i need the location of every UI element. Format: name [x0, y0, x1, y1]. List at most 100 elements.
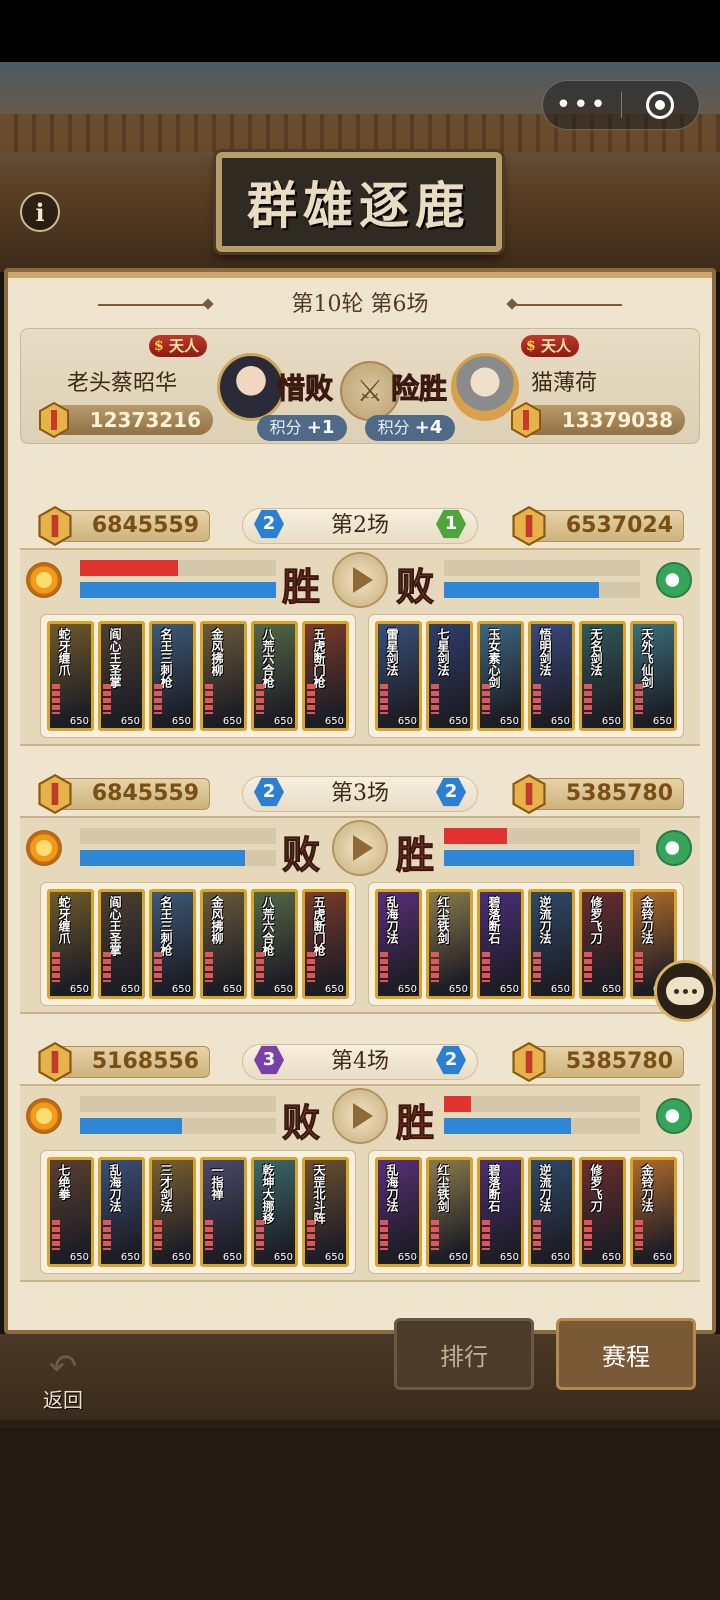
hero-card[interactable]: 三才剑法 650 — [149, 1157, 196, 1267]
hero-card[interactable]: 金铃刀法 650 — [630, 1157, 677, 1267]
hero-card[interactable]: 天外飞仙剑 650 — [630, 621, 677, 731]
star-rank-icon — [307, 684, 315, 714]
star-rank-icon — [533, 684, 541, 714]
right-team: 乱海刀法 650 红尘铁剑 650 碧落断石 650 逆流刀法 650 修罗飞刀 650 金铃刀法 6… — [368, 1150, 684, 1274]
hero-card[interactable]: 蛇牙缠爪 650 — [47, 889, 94, 999]
hero-card[interactable]: 修罗飞刀 650 — [579, 889, 626, 999]
replay-button[interactable] — [332, 820, 388, 876]
left-health-bars — [80, 558, 276, 602]
left-player-name: 老头蔡昭华 — [67, 371, 178, 396]
left-avatar[interactable] — [217, 353, 285, 421]
star-rank-icon — [635, 684, 643, 714]
hero-card[interactable]: 碧落断石 650 — [477, 1157, 524, 1267]
replay-button[interactable] — [332, 552, 388, 608]
hero-name: 逆流刀法 — [538, 1164, 552, 1212]
hero-card[interactable]: 七星剑法 650 — [426, 621, 473, 731]
hero-card[interactable]: 名王三刺枪 650 — [149, 889, 196, 999]
hero-card[interactable]: 蛇牙缠爪 650 — [47, 621, 94, 731]
hero-name: 乱海刀法 — [385, 1164, 399, 1212]
left-match-power: 6845559 — [38, 505, 210, 547]
hero-card[interactable]: 修罗飞刀 650 — [579, 1157, 626, 1267]
right-player-name: 猫薄荷 — [531, 371, 598, 396]
hero-level: 650 — [550, 1252, 570, 1263]
left-match-power-value: 6845559 — [91, 513, 199, 538]
hero-card[interactable]: 无名剑法 650 — [579, 621, 626, 731]
score-label: 积分 — [377, 418, 410, 437]
right-red-bar — [444, 828, 640, 844]
play-icon — [353, 1103, 373, 1129]
hero-card[interactable]: 一指禅 650 — [200, 1157, 247, 1267]
right-match-result: 胜 — [395, 832, 435, 878]
hero-name: 修罗飞刀 — [589, 1164, 603, 1212]
star-rank-icon — [635, 1220, 643, 1250]
hero-card[interactable]: 七绝拳 650 — [47, 1157, 94, 1267]
hero-card[interactable]: 阎心王圣掌 650 — [98, 889, 145, 999]
page-title: 群雄逐鹿 — [247, 176, 471, 235]
hero-level: 650 — [69, 716, 89, 727]
hero-level: 650 — [120, 984, 140, 995]
moon-icon — [656, 830, 692, 866]
hero-card[interactable]: 八荒六合枪 650 — [251, 889, 298, 999]
star-rank-icon — [205, 1220, 213, 1250]
hero-name: 五虎断门枪 — [312, 896, 326, 956]
hero-level: 650 — [273, 1252, 293, 1263]
chat-button[interactable] — [654, 960, 716, 1022]
hero-card[interactable]: 名王三刺枪 650 — [149, 621, 196, 731]
hero-card[interactable]: 红尘铁剑 650 — [426, 1157, 473, 1267]
hero-name: 修罗飞刀 — [589, 896, 603, 944]
star-rank-icon — [584, 952, 592, 982]
hero-level: 650 — [448, 1252, 468, 1263]
hero-card[interactable]: 碧落断石 650 — [477, 889, 524, 999]
hero-card[interactable]: 红尘铁剑 650 — [426, 889, 473, 999]
left-match-result: 败 — [281, 832, 321, 878]
hero-card[interactable]: 乱海刀法 650 — [375, 1157, 422, 1267]
left-match-power-value: 6845559 — [91, 781, 199, 806]
hero-card[interactable]: 五虎断门枪 650 — [302, 889, 349, 999]
title-ornament-right — [514, 304, 622, 306]
left-score: 积分 +1 — [257, 415, 347, 441]
hero-card[interactable]: 五虎断门枪 650 — [302, 621, 349, 731]
right-rank-badge: 天人 — [521, 335, 580, 357]
target-icon — [646, 91, 675, 119]
replay-button[interactable] — [332, 1088, 388, 1144]
hero-name: 雷星剑法 — [385, 628, 399, 676]
back-arrow-icon: ↶ — [48, 1347, 78, 1387]
back-button[interactable]: ↶ 返回 — [28, 1350, 98, 1414]
hero-name: 乱海刀法 — [385, 896, 399, 944]
bottom-navigation: ↶ 返回 排行 赛程 — [0, 1318, 720, 1424]
hero-card[interactable]: 逆流刀法 650 — [528, 1157, 575, 1267]
hero-level: 650 — [601, 1252, 621, 1263]
hero-card[interactable]: 乾坤大挪移 650 — [251, 1157, 298, 1267]
left-match-power-value: 5168556 — [91, 1049, 199, 1074]
left-health-bars — [80, 1094, 276, 1138]
star-rank-icon — [533, 1220, 541, 1250]
hero-card[interactable]: 逆流刀法 650 — [528, 889, 575, 999]
power-coin-icon — [38, 505, 72, 547]
chat-bubble-icon — [666, 977, 704, 1005]
hero-name: 七星剑法 — [436, 628, 450, 676]
hero-level: 650 — [601, 984, 621, 995]
hero-card[interactable]: 阎心王圣掌 650 — [98, 621, 145, 731]
hero-card[interactable]: 金风拂柳 650 — [200, 889, 247, 999]
left-match-power: 5168556 — [38, 1041, 210, 1083]
hero-name: 金铃刀法 — [640, 896, 654, 944]
hero-name: 天罡北斗阵 — [312, 1164, 326, 1224]
hero-card[interactable]: 天罡北斗阵 650 — [302, 1157, 349, 1267]
hero-card[interactable]: 金风拂柳 650 — [200, 621, 247, 731]
hero-card[interactable]: 悟明剑法 650 — [528, 621, 575, 731]
hero-card[interactable]: 雷星剑法 650 — [375, 621, 422, 731]
hero-card[interactable]: 玉女素心剑 650 — [477, 621, 524, 731]
right-total-power: 13379038 — [511, 401, 685, 439]
power-coin-icon — [38, 773, 72, 815]
hero-card[interactable]: 乱海刀法 650 — [98, 1157, 145, 1267]
info-button[interactable]: i — [20, 192, 60, 232]
tab-schedule[interactable]: 赛程 — [556, 1318, 696, 1390]
tab-ranking[interactable]: 排行 — [394, 1318, 534, 1390]
hero-card[interactable]: 八荒六合枪 650 — [251, 621, 298, 731]
hero-card[interactable]: 乱海刀法 650 — [375, 889, 422, 999]
star-rank-icon — [482, 1220, 490, 1250]
more-menu-button[interactable]: ••• — [543, 90, 621, 120]
right-match-power-value: 5385780 — [565, 1049, 673, 1074]
right-score-value: +4 — [414, 417, 443, 438]
close-button[interactable] — [622, 91, 700, 119]
